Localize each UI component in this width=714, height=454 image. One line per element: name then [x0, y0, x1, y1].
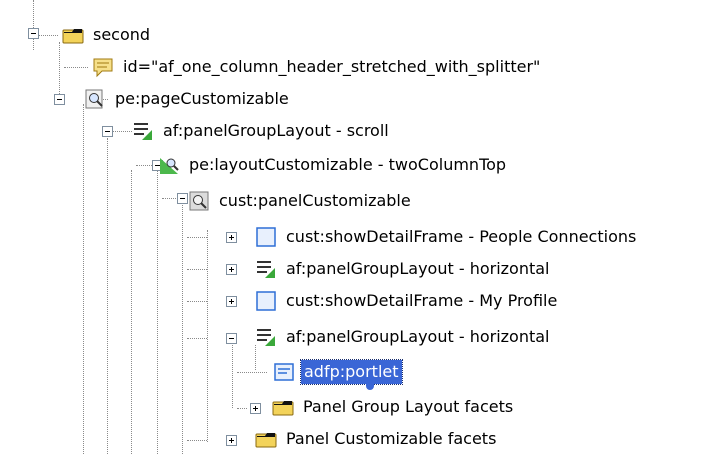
expand-toggle[interactable] [226, 435, 237, 446]
tree-node-panel-customizable-facets[interactable]: Panel Customizable facets [255, 424, 499, 454]
tree-guide-line [59, 42, 60, 94]
tree-node-label: cust:panelCustomizable [219, 191, 411, 210]
layout-customizable-icon [160, 158, 179, 174]
tree-guide-line [187, 237, 207, 238]
folder-icon [62, 29, 84, 44]
frame-icon [256, 291, 276, 311]
expand-toggle[interactable] [250, 403, 261, 414]
tree-node-panel-group-layout-horizontal-expanded[interactable]: af:panelGroupLayout - horizontal [255, 322, 553, 352]
tree-guide-line [38, 35, 58, 36]
frame-icon [256, 227, 276, 247]
tree-node-label: second [93, 25, 151, 44]
portlet-icon [274, 363, 294, 381]
tree-node-second[interactable]: second [62, 20, 153, 50]
expand-toggle[interactable] [226, 264, 237, 275]
folder-icon [272, 401, 294, 416]
tree-node-layout-customizable[interactable]: pe:layoutCustomizable - twoColumnTop [158, 150, 509, 180]
tree-node-panel-group-layout-scroll[interactable]: af:panelGroupLayout - scroll [132, 116, 392, 146]
folder-icon [255, 433, 277, 448]
tree-node-panel-group-layout-facets[interactable]: Panel Group Layout facets [272, 392, 516, 422]
tree-guide-line [207, 230, 208, 442]
tree-guide-line [187, 269, 207, 270]
tree-guide-line [64, 67, 88, 68]
tree-guide-line [107, 138, 108, 454]
panel-customizable-icon [189, 191, 209, 211]
comment-icon [93, 58, 113, 78]
collapse-toggle[interactable] [226, 333, 237, 344]
tree-node-page-customizable[interactable]: pe:pageCustomizable [84, 84, 292, 114]
structure-tree: second id="af_one_column_header_stretche… [0, 0, 714, 454]
tree-guide-line [237, 372, 267, 373]
tree-node-id-comment[interactable]: id="af_one_column_header_stretched_with_… [92, 52, 543, 82]
tree-node-label: cust:showDetailFrame - My Profile [286, 291, 558, 310]
tree-guide-line [182, 202, 183, 454]
tree-node-panel-group-layout-horizontal[interactable]: af:panelGroupLayout - horizontal [255, 254, 553, 284]
tree-node-label: pe:pageCustomizable [115, 89, 289, 108]
collapse-toggle[interactable] [177, 193, 188, 204]
magnifier-page-icon [85, 89, 103, 109]
tree-node-label: af:panelGroupLayout - horizontal [286, 327, 550, 346]
tree-node-label: id="af_one_column_header_stretched_with_… [123, 57, 541, 76]
tree-node-show-detail-frame-people[interactable]: cust:showDetailFrame - People Connection… [255, 222, 639, 252]
tree-node-label: adfp:portlet [300, 359, 403, 385]
tree-node-portlet[interactable]: adfp:portlet [273, 357, 403, 387]
tree-node-label: cust:showDetailFrame - People Connection… [286, 227, 637, 246]
collapse-toggle[interactable] [102, 126, 113, 137]
tree-node-label: Panel Group Layout facets [303, 397, 514, 416]
tree-node-label: Panel Customizable facets [286, 429, 497, 448]
tree-node-show-detail-frame-profile[interactable]: cust:showDetailFrame - My Profile [255, 286, 560, 316]
tree-guide-line [187, 301, 207, 302]
tree-node-label: af:panelGroupLayout - scroll [163, 121, 389, 140]
tree-guide-line [187, 440, 207, 441]
tree-guide-line [237, 408, 247, 409]
tree-node-label: af:panelGroupLayout - horizontal [286, 259, 550, 278]
tree-guide-line [83, 104, 84, 454]
tree-guide-line [232, 338, 233, 408]
tree-guide-line [33, 0, 34, 50]
panel-group-layout-icon [257, 329, 275, 346]
tree-guide-line [112, 131, 132, 132]
drop-indicator [366, 382, 374, 390]
panel-group-layout-icon [257, 261, 275, 278]
expand-toggle[interactable] [226, 296, 237, 307]
panel-group-layout-icon [134, 123, 152, 140]
tree-guide-line [187, 338, 207, 339]
expand-toggle[interactable] [226, 232, 237, 243]
tree-node-panel-customizable[interactable]: cust:panelCustomizable [188, 186, 414, 216]
tree-guide-line [157, 170, 158, 454]
collapse-toggle[interactable] [54, 94, 65, 105]
tree-guide-line [131, 170, 132, 454]
collapse-toggle[interactable] [28, 28, 39, 39]
tree-node-label: pe:layoutCustomizable - twoColumnTop [189, 155, 507, 174]
